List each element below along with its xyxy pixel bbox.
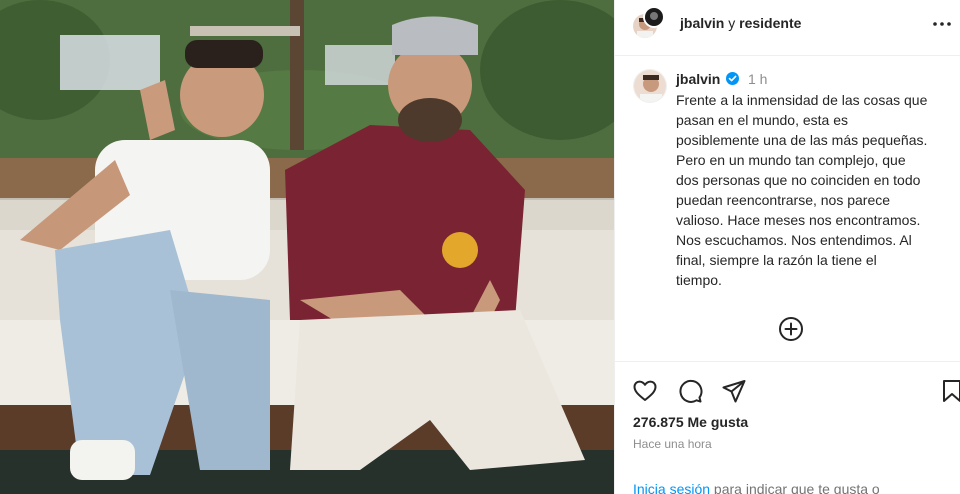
post-time[interactable]: 1 h: [748, 71, 767, 87]
header-user-jbalvin[interactable]: jbalvin: [680, 15, 724, 31]
caption-line: Frente a la inmensidad de las cosas que: [676, 92, 928, 108]
caption-line: posiblemente una de las más pequeñas.: [676, 132, 928, 148]
caption-avatar-jbalvin[interactable]: [633, 69, 667, 103]
caption-line: Nos escuchamos. Nos entendimos. Al: [676, 232, 912, 248]
header-user-residente[interactable]: residente: [739, 15, 801, 31]
caption-line: final, siempre la razón la tiene el: [676, 252, 877, 268]
login-prompt: Inicia sesión para indicar que te gusta …: [633, 481, 880, 494]
share-icon[interactable]: [721, 378, 747, 404]
posted-ago[interactable]: Hace una hora: [633, 437, 712, 451]
actions-divider: [615, 361, 960, 362]
plus-circle-icon[interactable]: [778, 316, 804, 342]
caption-line: pasan en el mundo, esta es: [676, 112, 849, 128]
comment-icon[interactable]: [677, 378, 703, 404]
login-link[interactable]: Inicia sesión: [633, 481, 710, 494]
post-sidebar: jbalvin y residente jbalvin 1 h Frente a…: [614, 0, 960, 494]
caption-line: valioso. Hace meses nos encontramos.: [676, 212, 921, 228]
bookmark-icon[interactable]: [941, 378, 960, 404]
verified-badge-icon: [726, 72, 739, 85]
likes-count[interactable]: 276.875 Me gusta: [633, 414, 748, 430]
post-header: jbalvin y residente: [615, 0, 960, 56]
caption-line: dos personas que no coinciden en todo: [676, 172, 921, 188]
heart-icon[interactable]: [632, 378, 658, 404]
avatar-residente[interactable]: [643, 6, 665, 28]
caption-username[interactable]: jbalvin: [676, 71, 720, 87]
post-photo[interactable]: [0, 0, 614, 494]
caption-line: tiempo.: [676, 272, 722, 288]
login-prompt-text: para indicar que te gusta o: [710, 481, 880, 494]
photo-scene: [0, 0, 614, 494]
caption-text: Frente a la inmensidad de las cosas que …: [676, 90, 956, 290]
header-usernames: jbalvin y residente: [680, 15, 801, 31]
more-horizontal-icon[interactable]: [931, 13, 953, 33]
header-connector: y: [728, 15, 736, 31]
caption-line: Pero en un mundo tan complejo, que: [676, 152, 906, 168]
caption-line: puedan reencontrarse, nos parece: [676, 192, 891, 208]
